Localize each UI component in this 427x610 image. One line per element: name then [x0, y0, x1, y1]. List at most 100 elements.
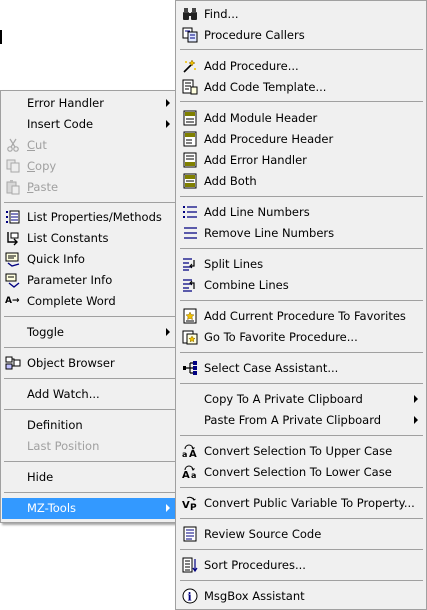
- menu-separator: [180, 101, 423, 102]
- binoculars-icon: [182, 6, 198, 22]
- menu-separator: [180, 383, 423, 384]
- menu-item-parameter-info[interactable]: Parameter Info: [2, 270, 177, 291]
- svg-text:i: i: [188, 591, 192, 604]
- complete-word-icon: A→: [5, 296, 20, 306]
- menu-item-select-case-assistant[interactable]: Select Case Assistant...: [177, 358, 425, 379]
- code-window-context-menu: Error Handler Insert Code Cut Copy Paste…: [0, 90, 179, 523]
- menu-item-add-error-handler[interactable]: Add Error Handler: [177, 150, 425, 171]
- menu-item-label: Combine Lines: [204, 278, 289, 292]
- menu-item-find[interactable]: Find...: [177, 4, 425, 25]
- quick-info-icon: [5, 251, 21, 267]
- menu-item-add-module-header[interactable]: Add Module Header: [177, 108, 425, 129]
- menu-separator: [180, 518, 423, 519]
- menu-item-sort-procedures[interactable]: Sort Procedures...: [177, 555, 425, 576]
- menu-item-label: Add Watch...: [27, 387, 100, 401]
- menu-separator: [4, 347, 175, 348]
- menu-item-add-code-template[interactable]: Add Code Template...: [177, 77, 425, 98]
- menu-item-msgbox-assistant[interactable]: i MsgBox Assistant: [177, 586, 425, 607]
- menu-item-convert-upper-case[interactable]: aA Convert Selection To Upper Case: [177, 441, 425, 462]
- menu-item-label: Go To Favorite Procedure...: [204, 330, 358, 344]
- list-properties-icon: [5, 209, 21, 225]
- menu-item-convert-lower-case[interactable]: Aa Convert Selection To Lower Case: [177, 462, 425, 483]
- menu-item-paste-from-private-clipboard[interactable]: Paste From A Private Clipboard: [177, 410, 425, 431]
- menu-item-copy[interactable]: Copy: [2, 156, 177, 177]
- menu-item-split-lines[interactable]: Split Lines: [177, 254, 425, 275]
- cut-icon: [5, 137, 21, 153]
- menu-item-label: Insert Code: [27, 117, 94, 131]
- menu-item-complete-word[interactable]: A→ Complete Word: [2, 291, 177, 312]
- submenu-arrow-icon: [166, 99, 170, 107]
- menu-item-label: Remove Line Numbers: [204, 226, 335, 240]
- menu-item-definition[interactable]: Definition: [2, 415, 177, 436]
- menu-item-label: Find...: [204, 7, 239, 21]
- menu-item-add-watch[interactable]: Add Watch...: [2, 384, 177, 405]
- menu-item-add-line-numbers[interactable]: Add Line Numbers: [177, 202, 425, 223]
- menu-item-quick-info[interactable]: Quick Info: [2, 249, 177, 270]
- menu-item-convert-variable-to-property[interactable]: VP Convert Public Variable To Property..…: [177, 493, 425, 514]
- menu-item-mz-tools[interactable]: MZ-Tools: [2, 498, 177, 519]
- module-header-icon: [182, 110, 198, 126]
- select-case-icon: [182, 360, 198, 376]
- menu-item-label: Add Module Header: [204, 111, 318, 125]
- menu-item-label: Copy To A Private Clipboard: [204, 392, 363, 406]
- background-text-fragment: [0, 30, 2, 44]
- menu-separator: [180, 300, 423, 301]
- menu-item-label: Split Lines: [204, 257, 264, 271]
- variable-to-property-icon: VP: [182, 495, 198, 511]
- menu-item-label: Add Both: [204, 174, 257, 188]
- add-both-icon: [182, 173, 198, 189]
- menu-separator: [180, 580, 423, 581]
- menu-item-procedure-callers[interactable]: Procedure Callers: [177, 25, 425, 46]
- menu-item-label: Quick Info: [27, 252, 85, 266]
- svg-text:A: A: [189, 449, 197, 459]
- menu-item-paste[interactable]: Paste: [2, 177, 177, 198]
- menu-item-label: Add Procedure Header: [204, 132, 334, 146]
- menu-item-cut[interactable]: Cut: [2, 135, 177, 156]
- menu-item-combine-lines[interactable]: Combine Lines: [177, 275, 425, 296]
- menu-item-toggle[interactable]: Toggle: [2, 322, 177, 343]
- menu-item-add-to-favorites[interactable]: Add Current Procedure To Favorites: [177, 306, 425, 327]
- menu-item-list-constants[interactable]: List Constants: [2, 228, 177, 249]
- menu-separator: [180, 248, 423, 249]
- menu-item-add-both[interactable]: Add Both: [177, 171, 425, 192]
- menu-item-error-handler[interactable]: Error Handler: [2, 93, 177, 114]
- menu-item-label: Paste From A Private Clipboard: [204, 413, 382, 427]
- submenu-arrow-icon: [166, 504, 170, 512]
- menu-item-object-browser[interactable]: Object Browser: [2, 353, 177, 374]
- menu-item-hide[interactable]: Hide: [2, 467, 177, 488]
- menu-separator: [4, 409, 175, 410]
- svg-text:V: V: [182, 500, 190, 511]
- copy-icon: [5, 158, 21, 174]
- svg-text:a: a: [182, 450, 187, 459]
- menu-item-label: Add Current Procedure To Favorites: [204, 309, 406, 323]
- review-source-icon: [182, 526, 198, 542]
- lower-case-icon: Aa: [182, 464, 198, 480]
- parameter-info-icon: [5, 272, 21, 288]
- menu-separator: [180, 352, 423, 353]
- menu-item-label: Parameter Info: [27, 273, 113, 287]
- menu-item-insert-code[interactable]: Insert Code: [2, 114, 177, 135]
- procedure-header-icon: [182, 131, 198, 147]
- line-numbers-icon: [182, 204, 198, 220]
- mz-tools-submenu: Find... Procedure Callers Add Procedure.…: [175, 0, 427, 610]
- menu-separator: [4, 202, 175, 203]
- menu-item-label: Convert Selection To Lower Case: [204, 465, 392, 479]
- menu-item-label: List Properties/Methods: [27, 210, 162, 224]
- menu-item-add-procedure[interactable]: Add Procedure...: [177, 56, 425, 77]
- menu-item-review-source-code[interactable]: Review Source Code: [177, 524, 425, 545]
- paste-icon: [5, 179, 21, 195]
- menu-item-label: Object Browser: [27, 356, 115, 370]
- sort-procedures-icon: [182, 557, 198, 573]
- menu-separator: [4, 461, 175, 462]
- menu-item-add-procedure-header[interactable]: Add Procedure Header: [177, 129, 425, 150]
- menu-item-label: Copy: [27, 159, 57, 173]
- menu-item-label: Complete Word: [27, 294, 116, 308]
- menu-item-go-to-favorite[interactable]: Go To Favorite Procedure...: [177, 327, 425, 348]
- menu-item-label: Convert Public Variable To Property...: [204, 496, 415, 510]
- submenu-arrow-icon: [414, 395, 418, 403]
- menu-item-copy-to-private-clipboard[interactable]: Copy To A Private Clipboard: [177, 389, 425, 410]
- remove-line-numbers-icon: [182, 225, 198, 241]
- menu-item-last-position[interactable]: Last Position: [2, 436, 177, 457]
- menu-item-remove-line-numbers[interactable]: Remove Line Numbers: [177, 223, 425, 244]
- menu-item-list-properties-methods[interactable]: List Properties/Methods: [2, 207, 177, 228]
